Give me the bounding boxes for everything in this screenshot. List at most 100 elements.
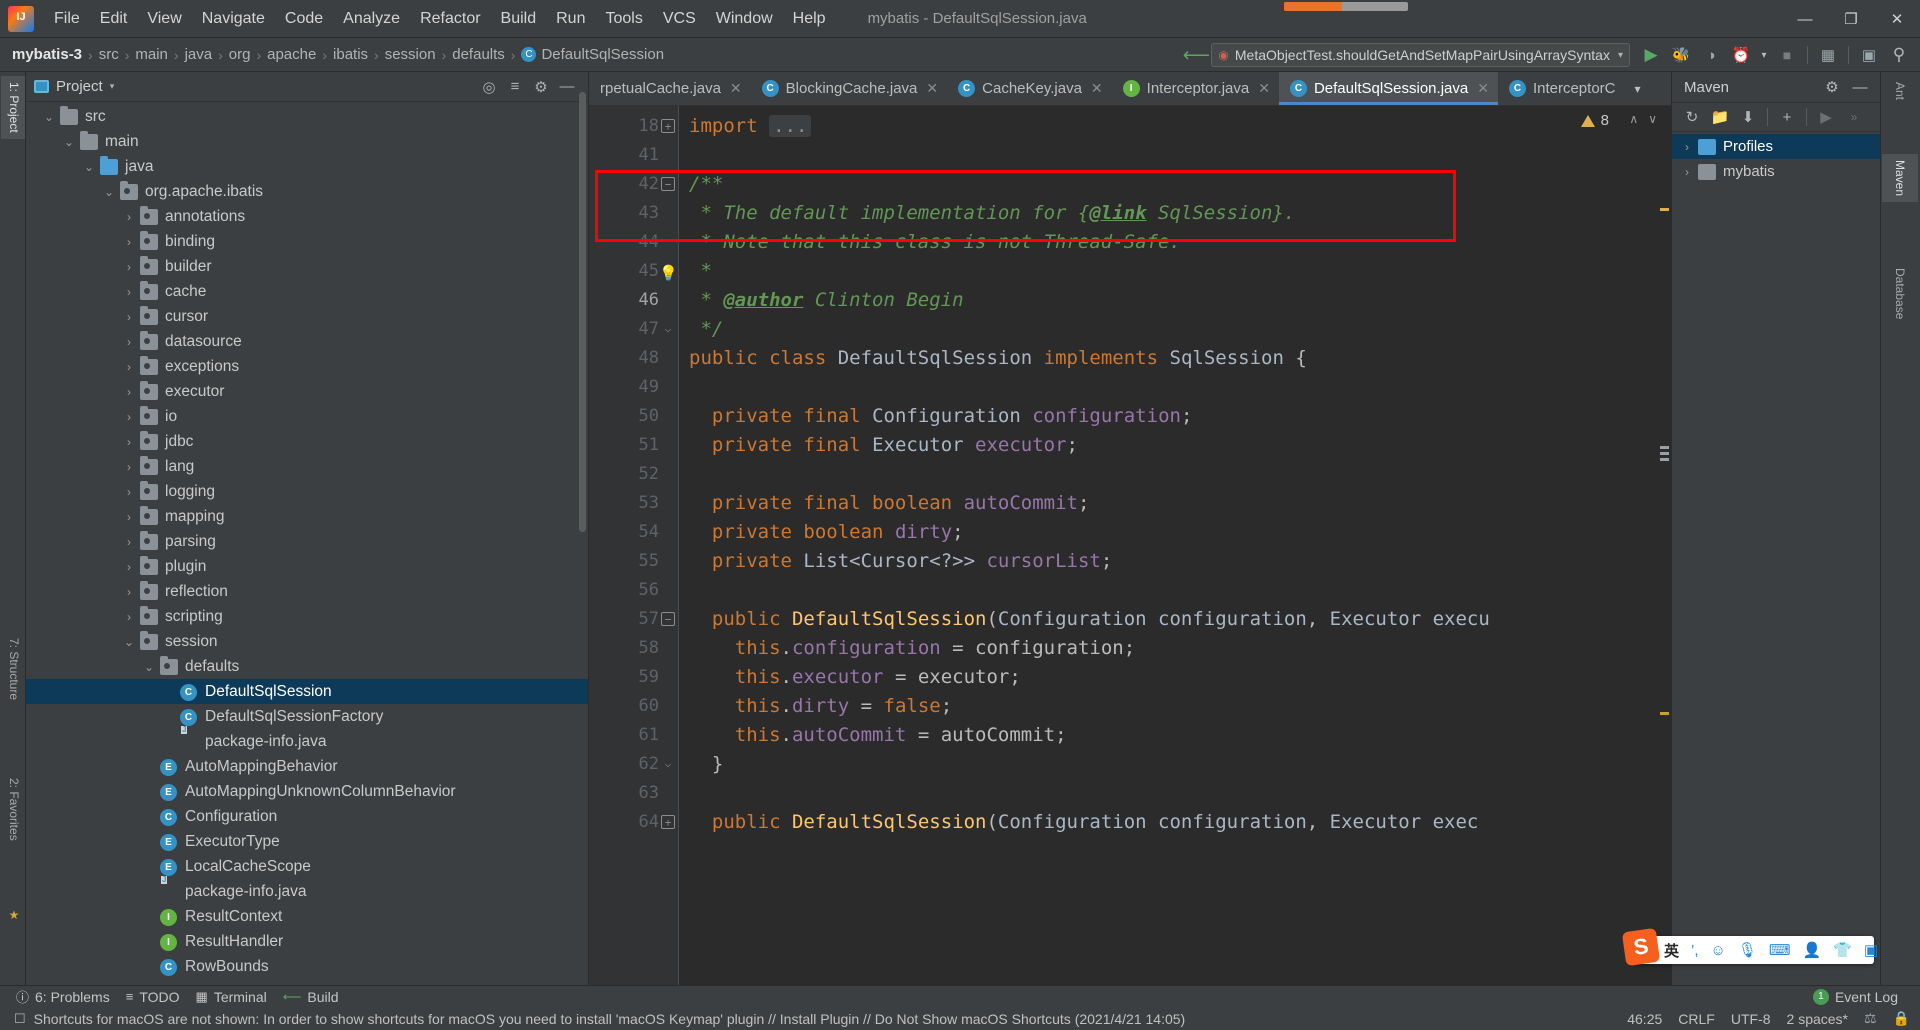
tree-node-package-info-java[interactable]: package-info.java: [26, 729, 588, 754]
chevron-right-icon[interactable]: ›: [1676, 140, 1698, 154]
profiler-icon[interactable]: ⏰: [1726, 42, 1756, 68]
menu-item-edit[interactable]: Edit: [90, 6, 138, 32]
run-button[interactable]: ▶: [1636, 42, 1666, 68]
chevron-right-icon[interactable]: ›: [118, 435, 140, 449]
back-arrow-icon[interactable]: ⟵: [1181, 42, 1211, 68]
sidebar-tab-project[interactable]: 1: Project: [1, 76, 25, 139]
tree-node-lang[interactable]: › lang: [26, 454, 588, 479]
code-line[interactable]: }: [689, 750, 1671, 779]
breadcrumb-item-ibatis[interactable]: ibatis: [333, 46, 368, 63]
chevron-right-icon[interactable]: ›: [118, 285, 140, 299]
tree-node-src[interactable]: ⌄ src: [26, 104, 588, 129]
breadcrumb-item-java[interactable]: java: [185, 46, 213, 63]
chevron-down-icon[interactable]: ⌄: [38, 110, 60, 124]
event-log-button[interactable]: 1 Event Log: [1812, 988, 1898, 1005]
code-line[interactable]: private final Configuration configuratio…: [689, 402, 1671, 431]
bottom-tab-problems[interactable]: ⓘ 6: Problems: [16, 987, 110, 1006]
code-line[interactable]: * The default implementation for {@link …: [689, 199, 1671, 228]
code-line[interactable]: this.executor = executor;: [689, 663, 1671, 692]
tree-node-reflection[interactable]: › reflection: [26, 579, 588, 604]
menu-item-vcs[interactable]: VCS: [653, 6, 706, 32]
editor-tab-defaultsqlsession-java[interactable]: C DefaultSqlSession.java ✕: [1278, 72, 1498, 105]
stripe-warning-mark[interactable]: [1660, 208, 1669, 211]
tree-node-parsing[interactable]: › parsing: [26, 529, 588, 554]
hide-icon[interactable]: —: [554, 75, 580, 99]
expand-fold-icon[interactable]: +: [661, 815, 675, 829]
tree-node-mapping[interactable]: › mapping: [26, 504, 588, 529]
generate-sources-icon[interactable]: 📁: [1706, 105, 1734, 129]
settings-gear-icon[interactable]: ⚙: [528, 75, 554, 99]
ime-skin-icon[interactable]: 👕: [1833, 941, 1852, 959]
tree-node-io[interactable]: › io: [26, 404, 588, 429]
chevron-right-icon[interactable]: ›: [118, 560, 140, 574]
maven-node-profiles[interactable]: › Profiles: [1672, 134, 1880, 159]
menu-item-tools[interactable]: Tools: [595, 6, 652, 32]
maven-tree[interactable]: › Profiles › mybatis: [1672, 132, 1880, 184]
menu-item-run[interactable]: Run: [546, 6, 595, 32]
expand-icon[interactable]: »: [1840, 105, 1868, 129]
stripe-mark-5[interactable]: [1660, 712, 1669, 715]
breadcrumb-item-defaults[interactable]: defaults: [452, 46, 505, 63]
bottom-tab-build[interactable]: ⟵ Build: [283, 989, 339, 1005]
menu-item-file[interactable]: File: [44, 6, 90, 32]
code-line[interactable]: public DefaultSqlSession(Configuration c…: [689, 605, 1671, 634]
minimize-button[interactable]: —: [1782, 0, 1828, 38]
code-line[interactable]: private List<Cursor<?>> cursorList;: [689, 547, 1671, 576]
fold-end-icon[interactable]: ⌵: [661, 757, 675, 771]
bottom-tab-todo[interactable]: ≡ TODO: [126, 989, 180, 1005]
stripe-mark-4[interactable]: [1660, 458, 1669, 461]
settings-gear-icon[interactable]: ⚙: [1818, 75, 1846, 99]
git-icon[interactable]: ⚖: [1864, 1010, 1877, 1027]
menu-item-build[interactable]: Build: [491, 6, 547, 32]
chevron-right-icon[interactable]: ›: [118, 360, 140, 374]
line-separator[interactable]: CRLF: [1678, 1011, 1715, 1027]
tree-node-java[interactable]: ⌄ java: [26, 154, 588, 179]
chevron-right-icon[interactable]: ›: [118, 310, 140, 324]
tree-node-resultcontext[interactable]: I ResultContext: [26, 904, 588, 929]
file-encoding[interactable]: UTF-8: [1731, 1011, 1771, 1027]
code-line[interactable]: this.dirty = false;: [689, 692, 1671, 721]
run-icon[interactable]: ▶: [1812, 105, 1840, 129]
menu-item-refactor[interactable]: Refactor: [410, 6, 490, 32]
chevron-right-icon[interactable]: ›: [118, 610, 140, 624]
fold-end-icon[interactable]: ⌵: [661, 322, 675, 336]
code-line[interactable]: import ...: [689, 112, 1671, 141]
tree-node-defaultsqlsessionfactory[interactable]: C DefaultSqlSessionFactory: [26, 704, 588, 729]
code-line[interactable]: private final Executor executor;: [689, 431, 1671, 460]
ime-toolbox-icon[interactable]: ▣: [1864, 941, 1878, 959]
ime-account-icon[interactable]: 👤: [1803, 941, 1822, 959]
chevron-down-icon[interactable]: ⌄: [98, 185, 120, 199]
chevron-right-icon[interactable]: ›: [118, 260, 140, 274]
search-icon[interactable]: ⚲: [1884, 42, 1914, 68]
hide-icon[interactable]: —: [1846, 75, 1874, 99]
breadcrumb-item-session[interactable]: session: [385, 46, 436, 63]
code-line[interactable]: public DefaultSqlSession(Configuration c…: [689, 808, 1671, 837]
tree-node-logging[interactable]: › logging: [26, 479, 588, 504]
chevron-right-icon[interactable]: ›: [118, 460, 140, 474]
chevron-right-icon[interactable]: ›: [118, 485, 140, 499]
chevron-right-icon[interactable]: ›: [118, 585, 140, 599]
menu-item-navigate[interactable]: Navigate: [192, 6, 275, 32]
code-line[interactable]: * Note that this class is not Thread-Saf…: [689, 228, 1671, 257]
code-line[interactable]: public class DefaultSqlSession implement…: [689, 344, 1671, 373]
tree-node-datasource[interactable]: › datasource: [26, 329, 588, 354]
code-line[interactable]: private final boolean autoCommit;: [689, 489, 1671, 518]
intention-bulb-icon[interactable]: 💡: [659, 259, 678, 288]
editor-tab-bar[interactable]: rpetualCache.java ✕ C BlockingCache.java ✕ C C…: [589, 72, 1671, 106]
tree-node-cursor[interactable]: › cursor: [26, 304, 588, 329]
tree-node-annotations[interactable]: › annotations: [26, 204, 588, 229]
breadcrumb-item-src[interactable]: src: [99, 46, 119, 63]
close-tab-icon[interactable]: ✕: [926, 80, 938, 97]
tree-node-executortype[interactable]: E ExecutorType: [26, 829, 588, 854]
ime-toolbar[interactable]: S 英 ’, ☺ 🎙 ⌨ 👤 👕 ▣: [1621, 927, 1878, 967]
tree-node-session[interactable]: ⌄ session: [26, 629, 588, 654]
close-tab-icon[interactable]: ✕: [1258, 80, 1270, 97]
project-structure-icon[interactable]: ▦: [1813, 42, 1843, 68]
tree-node-automappingunknowncolumnbehavior[interactable]: E AutoMappingUnknownColumnBehavior: [26, 779, 588, 804]
tree-node-defaults[interactable]: ⌄ defaults: [26, 654, 588, 679]
chevron-down-icon[interactable]: ⌄: [138, 660, 160, 674]
chevron-down-icon[interactable]: ⌄: [58, 135, 80, 149]
tree-node-defaultsqlsession[interactable]: C DefaultSqlSession: [26, 679, 588, 704]
chevron-right-icon[interactable]: ›: [118, 210, 140, 224]
profiler-caret-icon[interactable]: ▾: [1756, 42, 1772, 68]
